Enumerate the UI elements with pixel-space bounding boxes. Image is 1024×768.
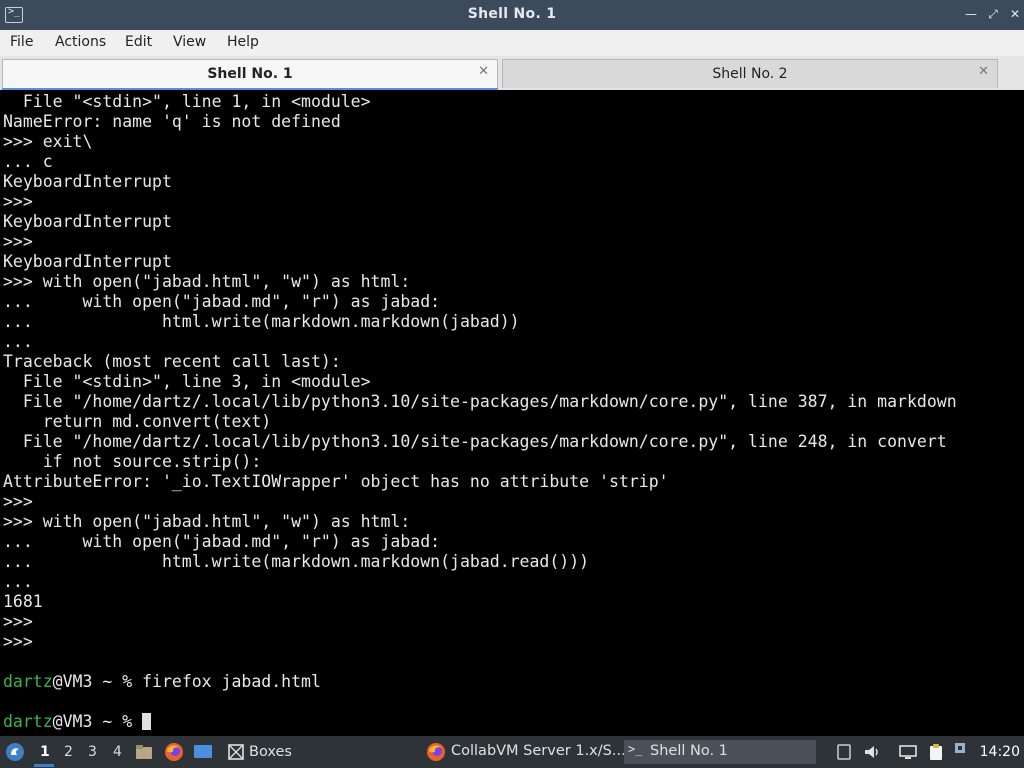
volume-icon[interactable] [862,742,882,762]
close-button[interactable]: ✕ [1006,5,1024,23]
prompt-user: dartz [3,672,53,691]
prompt-line: dartz@VM3 ~ % firefox jabad.html [3,672,321,692]
tab-bar: Shell No. 1 ✕ Shell No. 2 ✕ [0,56,1024,90]
terminal-line: ... c [3,152,53,171]
show-desktop-icon[interactable] [193,742,213,762]
menu-bar: File Actions Edit View Help [0,30,1024,56]
terminal-line: 1681 [3,592,43,611]
boxes-label[interactable]: Boxes [249,744,292,760]
terminal-line: >>> exit\ [3,132,93,151]
workspace-4[interactable]: 4 [113,744,122,760]
active-workspace-indicator [34,764,54,767]
terminal-line: ... [3,332,43,351]
terminal-line: KeyboardInterrupt [3,252,172,271]
terminal-line: >>> [3,632,43,651]
taskbar-window-label: Shell No. 1 [650,743,728,759]
workspace-2[interactable]: 2 [64,744,73,760]
display-icon[interactable] [898,742,918,762]
prompt-host: @VM3 ~ % [52,712,143,731]
taskbar: 1 2 3 4 Boxes CollabVM Server 1.x/S... >… [0,736,1024,768]
start-menu-icon[interactable] [5,742,25,762]
taskbar-window-label: CollabVM Server 1.x/S... [451,743,626,759]
firefox-icon[interactable] [164,742,184,762]
tab-shell-2[interactable]: Shell No. 2 ✕ [502,59,998,88]
terminal-line: >>> [3,232,43,251]
terminal-line: AttributeError: '_io.TextIOWrapper' obje… [3,472,669,491]
command-text: firefox jabad.html [142,672,321,691]
tab-label: Shell No. 2 [712,66,788,82]
menu-view[interactable]: View [173,34,206,50]
menu-help[interactable]: Help [227,34,259,50]
workspace-3[interactable]: 3 [88,744,97,760]
network-icon[interactable] [952,740,972,760]
terminal-line: ... [3,572,43,591]
terminal-line: if not source.strip(): [3,452,262,471]
tab-close-icon[interactable]: ✕ [478,64,489,79]
tray-app-icon[interactable] [834,742,854,762]
menu-actions[interactable]: Actions [55,34,106,50]
text-cursor [142,713,152,730]
minimize-button[interactable]: — [962,5,980,23]
terminal-line: KeyboardInterrupt [3,172,172,191]
terminal-line: File "/home/dartz/.local/lib/python3.10/… [3,392,957,411]
terminal-line: >>> [3,612,43,631]
terminal-line: File "/home/dartz/.local/lib/python3.10/… [3,432,947,451]
menu-edit[interactable]: Edit [125,34,152,50]
terminal-line: >>> with open("jabad.html", "w") as html… [3,272,411,291]
clock[interactable]: 14:20 [980,744,1020,760]
terminal-line: NameError: name 'q' is not defined [3,112,341,131]
menu-file[interactable]: File [10,34,33,50]
terminal-line: ... html.write(markdown.markdown(jabad)) [3,312,520,331]
terminal-line: File "<stdin>", line 1, in <module> [3,92,371,111]
workspace-1[interactable]: 1 [40,744,50,760]
terminal-line: >>> [3,192,43,211]
prompt-host: @VM3 ~ % [52,672,143,691]
window-title: Shell No. 1 [467,6,557,22]
terminal-line: return md.convert(text) [3,412,272,431]
terminal-line: ... html.write(markdown.markdown(jabad.r… [3,552,590,571]
tab-close-icon[interactable]: ✕ [978,64,989,79]
firefox-icon [427,743,445,761]
terminal-app-icon: >_ [628,742,643,756]
terminal-line: >>> with open("jabad.html", "w") as html… [3,512,411,531]
terminal-line: ... with open("jabad.md", "r") as jabad: [3,532,441,551]
terminal-line: File "<stdin>", line 3, in <module> [3,372,371,391]
maximize-button[interactable]: ⤢ [984,5,1002,23]
boxes-icon[interactable] [226,742,246,762]
title-bar: >_ Shell No. 1 — ⤢ ✕ [0,0,1024,30]
clipboard-icon[interactable] [926,742,946,762]
terminal-line: KeyboardInterrupt [3,212,172,231]
tab-shell-1[interactable]: Shell No. 1 ✕ [2,59,498,88]
terminal-line: ... with open("jabad.md", "r") as jabad: [3,292,441,311]
file-manager-icon[interactable] [134,742,154,762]
prompt-user: dartz [3,712,53,731]
terminal-line: Traceback (most recent call last): [3,352,341,371]
tab-label: Shell No. 1 [207,66,293,82]
prompt-line-current[interactable]: dartz@VM3 ~ % [3,712,152,732]
terminal-line: >>> [3,492,43,511]
taskbar-window-firefox[interactable]: CollabVM Server 1.x/S... [420,740,626,764]
terminal-output[interactable]: dartz@VM3 ~ % firefox jabad.html dartz@V… [0,90,1024,736]
taskbar-window-terminal[interactable]: >_ Shell No. 1 [624,740,816,764]
